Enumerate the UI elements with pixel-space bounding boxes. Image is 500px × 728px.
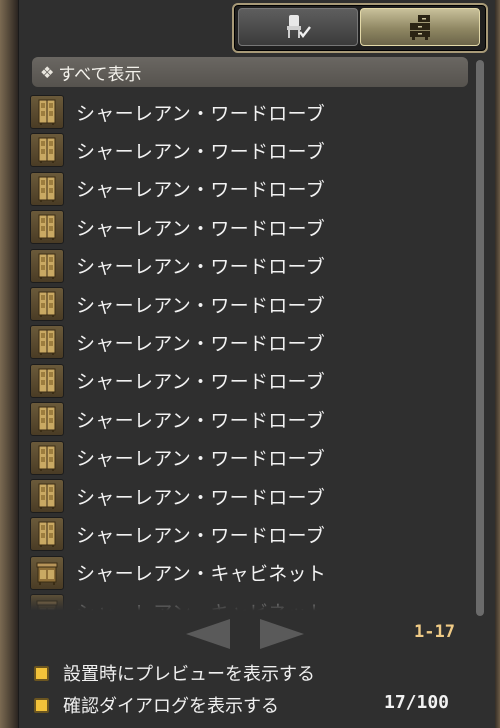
confirm-dialog-checkbox[interactable] (34, 697, 49, 713)
category-label: すべて表示 (58, 64, 142, 85)
prev-page-button[interactable] (184, 617, 232, 651)
wardrobe-icon (30, 402, 64, 437)
preview-checkbox[interactable] (34, 665, 49, 681)
dresser-icon (410, 15, 430, 40)
wardrobe-icon (30, 479, 64, 513)
preview-option[interactable]: 設置時にプレビューを表示する (34, 660, 315, 686)
list-item[interactable]: シャーレアン・ワードローブ (28, 132, 468, 168)
list-item[interactable]: シャーレアン・キャビネット (28, 555, 468, 591)
list-item[interactable]: シャーレアン・ワードローブ (28, 248, 468, 284)
list-item[interactable]: シャーレアン・ワードローブ (28, 286, 468, 322)
wardrobe-icon (30, 248, 64, 283)
wardrobe-icon (30, 171, 64, 206)
item-label: シャーレアン・ワードローブ (76, 409, 326, 432)
tab-furnishings[interactable] (238, 8, 358, 46)
page-range: 1-17 (414, 622, 455, 642)
item-label: シャーレアン・ワードローブ (76, 448, 326, 471)
wardrobe-icon (30, 287, 64, 321)
item-label: シャーレアン・キャビネット (76, 563, 327, 586)
item-list: シャーレアン・ワードローブ シャーレアン・ワードローブ シャーレアン・ワードローブシ… (28, 94, 468, 612)
tab-bar (232, 3, 488, 53)
list-item[interactable]: シャーレアン・ワードローブ (28, 363, 468, 399)
list-item[interactable]: シャーレアン・ワードローブ (28, 209, 468, 245)
list-item[interactable]: シャーレアン・ワードローブ (28, 440, 468, 476)
list-fade (28, 590, 468, 614)
wardrobe-icon (30, 210, 64, 245)
wardrobe-icon (30, 133, 64, 168)
chair-check-icon (287, 15, 311, 38)
list-item[interactable]: シャーレアン・ワードローブ (28, 516, 468, 552)
confirm-dialog-option-label: 確認ダイアログを表示する (63, 696, 279, 717)
scroll-thumb[interactable] (476, 60, 484, 616)
list-item[interactable]: シャーレアン・ワードローブ (28, 478, 468, 514)
list-item[interactable]: シャーレアン・ワードローブ (28, 94, 468, 130)
wardrobe-icon (30, 95, 64, 129)
item-label: シャーレアン・ワードローブ (76, 524, 326, 547)
item-label: シャーレアン・ワードローブ (76, 256, 326, 279)
wardrobe-icon (30, 325, 64, 360)
category-filter[interactable]: ❖ すべて表示 (32, 57, 468, 87)
item-count: 17/100 (384, 692, 450, 713)
preview-option-label: 設置時にプレビューを表示する (63, 664, 315, 685)
item-label: シャーレアン・ワードローブ (76, 140, 326, 163)
next-page-button[interactable] (258, 617, 306, 651)
item-label: シャーレアン・ワードローブ (76, 217, 326, 240)
wardrobe-icon (30, 440, 64, 475)
item-label: シャーレアン・ワードローブ (76, 332, 326, 355)
item-label: シャーレアン・ワードローブ (76, 486, 326, 509)
cabinet-icon (30, 555, 64, 590)
scrollbar[interactable] (476, 60, 484, 616)
left-border (0, 0, 18, 728)
wardrobe-icon (30, 363, 64, 398)
list-item[interactable]: シャーレアン・ワードローブ (28, 324, 468, 360)
diamond-icon: ❖ (40, 62, 55, 82)
list-item[interactable]: シャーレアン・ワードローブ (28, 401, 468, 437)
wardrobe-icon (30, 517, 64, 552)
tab-storage[interactable] (360, 8, 480, 46)
arrow-left-icon (186, 619, 230, 649)
item-label: シャーレアン・ワードローブ (76, 371, 326, 394)
item-label: シャーレアン・ワードローブ (76, 179, 326, 202)
item-label: シャーレアン・ワードローブ (76, 102, 326, 125)
list-item[interactable]: シャーレアン・ワードローブ (28, 171, 468, 207)
arrow-right-icon (260, 619, 304, 649)
confirm-dialog-option[interactable]: 確認ダイアログを表示する (34, 692, 279, 718)
item-label: シャーレアン・ワードローブ (76, 294, 326, 317)
